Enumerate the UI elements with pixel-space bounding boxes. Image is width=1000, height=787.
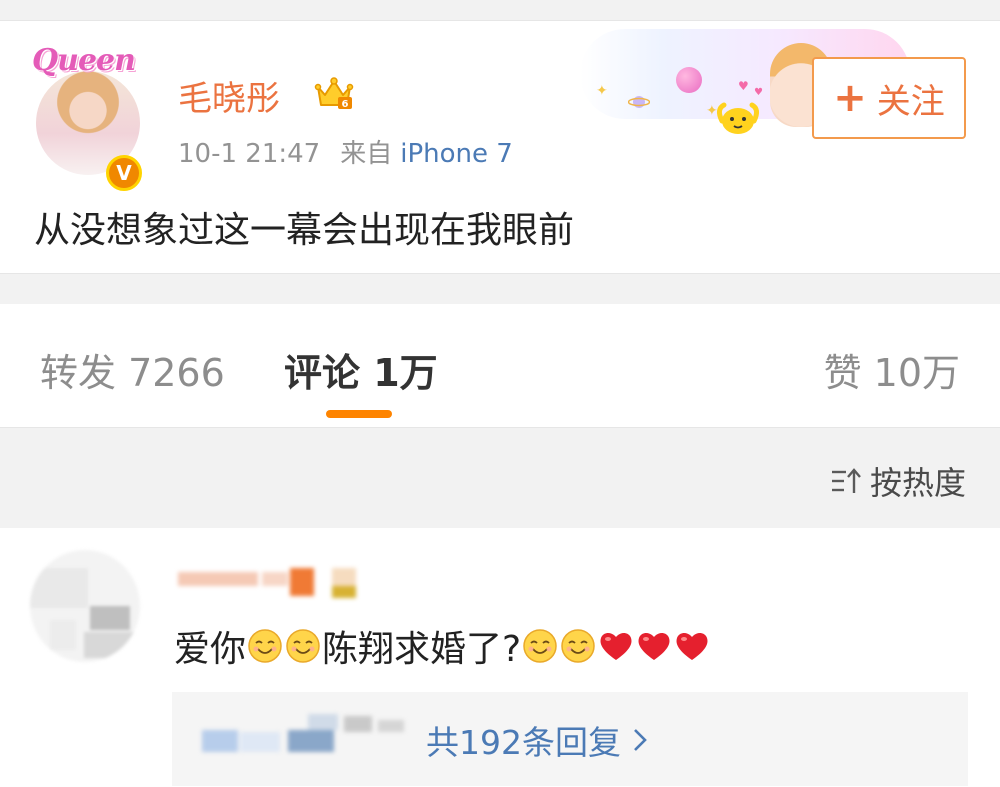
comment-text-part: 爱你: [174, 629, 247, 670]
source-device[interactable]: iPhone 7: [400, 139, 513, 169]
smile-emoji: [523, 629, 557, 663]
heart-emoji: [676, 632, 708, 660]
post-meta: 10-1 21:47 来自 iPhone 7: [178, 133, 513, 170]
avatar-frame-logo: Queen: [32, 43, 136, 78]
smile-emoji: [286, 629, 320, 663]
sort-button[interactable]: 按热度: [830, 458, 966, 504]
tab-comment[interactable]: 评论 1万: [284, 342, 438, 397]
crown-badge-icon: 6: [314, 77, 354, 110]
sort-label: 按热度: [869, 464, 966, 502]
sparkle-icon: ✦: [596, 83, 608, 99]
top-gap: [0, 0, 1000, 20]
mascot-icon: [716, 102, 760, 134]
tab-repost[interactable]: 转发 7266: [40, 342, 225, 397]
verified-badge-icon: V: [106, 155, 142, 191]
post-card: ✦ ✦ ♥ ♥ Queen V 毛晓彤 6 10-1 21:47 来自 iPhone…: [0, 20, 1000, 274]
heart-emoji: [600, 632, 632, 660]
view-replies-link[interactable]: 共192条回复: [426, 716, 649, 764]
sort-bar: 按热度: [0, 428, 1000, 528]
commenter-name[interactable]: [176, 564, 496, 600]
reply-preview-names: [172, 712, 422, 762]
follow-button[interactable]: + 关注: [812, 57, 966, 139]
reply-count-label: 共192条回复: [426, 723, 621, 762]
comment-item: 爱你 陈翔求婚了? 共192条回复: [0, 528, 1000, 787]
reply-preview[interactable]: 共192条回复: [172, 692, 968, 786]
plus-icon: +: [833, 75, 867, 121]
smile-emoji: [561, 629, 595, 663]
active-tab-indicator: [326, 410, 392, 418]
follow-label: 关注: [876, 81, 945, 122]
post-body: 从没想象过这一幕会出现在我眼前: [34, 210, 575, 251]
commenter-avatar[interactable]: [30, 550, 140, 662]
source-label: 来自: [340, 139, 393, 169]
post-tab-bar: 转发 7266 评论 1万 赞 10万: [0, 304, 1000, 428]
heart-emoji: [638, 632, 670, 660]
smile-emoji: [248, 629, 282, 663]
comment-text-part: 陈翔求婚了?: [322, 629, 522, 670]
heart-sparkle-icon: ♥: [738, 79, 749, 93]
ringed-planet-icon: [628, 96, 650, 108]
post-time: 10-1 21:47: [178, 139, 321, 169]
planet-icon: [676, 67, 702, 93]
comment-body: 爱你 陈翔求婚了?: [174, 620, 711, 672]
author-avatar[interactable]: Queen V: [28, 43, 148, 193]
svg-text:6: 6: [342, 99, 349, 110]
tab-like[interactable]: 赞 10万: [824, 342, 960, 397]
chevron-right-icon: [634, 729, 647, 751]
author-name[interactable]: 毛晓彤: [178, 71, 280, 120]
sort-icon: [831, 468, 861, 493]
